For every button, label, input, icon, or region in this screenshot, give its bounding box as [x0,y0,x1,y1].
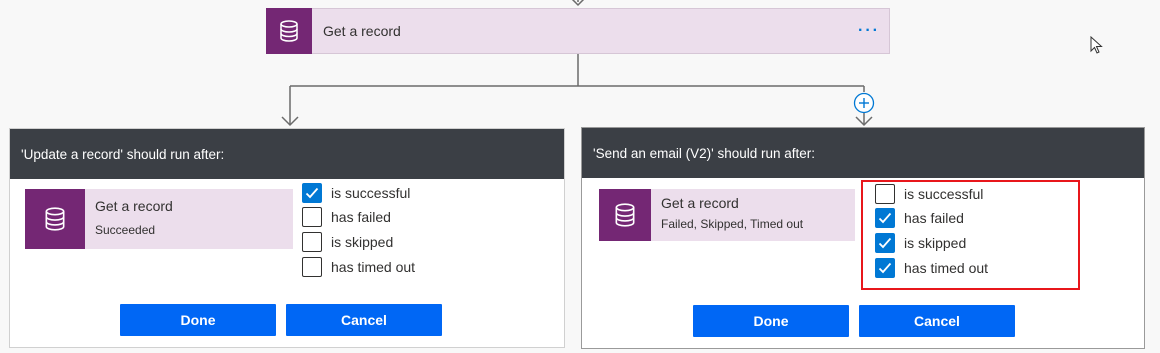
checkbox-unchecked-icon[interactable] [302,257,322,277]
right-step-title: Get a record [661,195,739,211]
left-step-title: Get a record [95,198,173,214]
left-done-button[interactable]: Done [120,304,276,336]
left-step-status: Succeeded [95,223,156,237]
more-options-icon[interactable]: ··· [849,22,889,40]
right-panel-header: 'Send an email (V2)' should run after: [582,128,1144,178]
right-step-card: Get a record Failed, Skipped, Timed out [599,189,855,241]
plus-circle-icon[interactable] [853,92,875,114]
checkbox-checked-icon[interactable] [875,258,895,278]
option-label: has failed [331,209,391,225]
option-label: has failed [904,210,964,226]
mouse-pointer-icon [1090,35,1104,56]
get-record-action-card[interactable]: Get a record ··· [266,8,890,54]
left-option-has-timed-out[interactable]: has timed out [302,256,415,278]
option-label: has timed out [331,259,416,275]
checkbox-unchecked-icon[interactable] [875,184,895,204]
left-cancel-button[interactable]: Cancel [286,304,442,336]
option-label: is successful [904,186,984,202]
database-icon [25,189,85,249]
left-option-has-failed[interactable]: has failed [302,206,391,228]
checkbox-checked-icon[interactable] [302,183,322,203]
database-icon [266,8,312,54]
right-cancel-button[interactable]: Cancel [859,305,1015,337]
checkbox-unchecked-icon[interactable] [302,207,322,227]
option-label: has timed out [904,260,989,276]
option-label: is successful [331,185,411,201]
checkbox-checked-icon[interactable] [875,233,895,253]
right-done-button[interactable]: Done [693,305,849,337]
right-option-has-timed-out[interactable]: has timed out [875,257,988,279]
checkbox-checked-icon[interactable] [875,208,895,228]
action-title: Get a record [323,23,401,39]
database-icon [599,189,651,241]
left-run-after-panel: 'Update a record' should run after: Get … [9,128,565,348]
left-option-is-successful[interactable]: is successful [302,182,410,204]
right-step-status: Failed, Skipped, Timed out [661,217,804,231]
option-label: is skipped [904,235,967,251]
right-option-is-skipped[interactable]: is skipped [875,232,966,254]
right-option-has-failed[interactable]: has failed [875,207,964,229]
left-step-card: Get a record Succeeded [25,189,293,249]
checkbox-unchecked-icon[interactable] [302,232,322,252]
right-option-is-successful[interactable]: is successful [875,183,983,205]
left-panel-header: 'Update a record' should run after: [10,129,564,179]
left-option-is-skipped[interactable]: is skipped [302,231,393,253]
option-label: is skipped [331,234,394,250]
right-run-after-panel: 'Send an email (V2)' should run after: G… [581,127,1145,349]
